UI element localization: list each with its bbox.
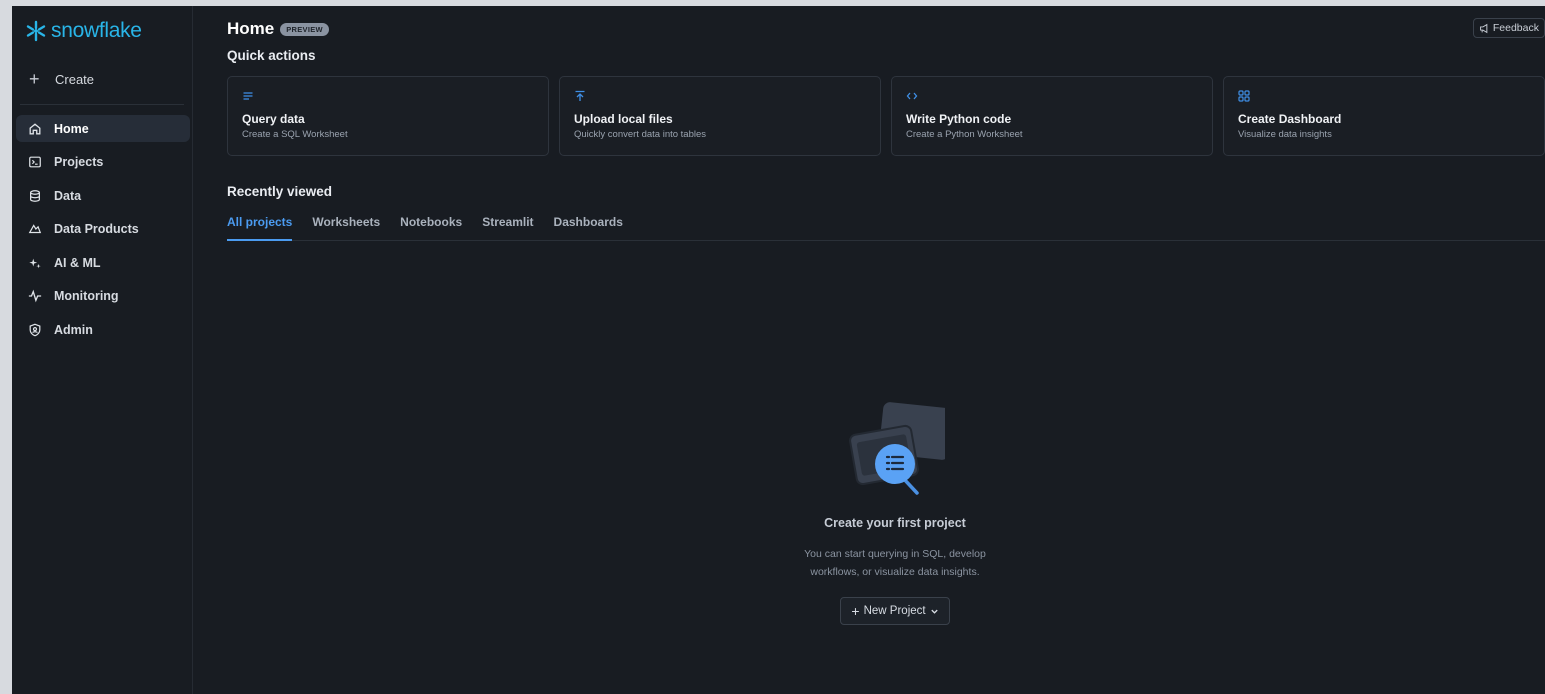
card-subtitle: Create a Python Worksheet <box>906 129 1023 140</box>
empty-state-description-line: You can start querying in SQL, develop <box>804 548 986 560</box>
sidebar-item-label: Projects <box>54 155 104 169</box>
quick-actions-title: Quick actions <box>227 48 316 63</box>
tab-worksheets[interactable]: Worksheets <box>312 215 380 241</box>
card-title: Upload local files <box>574 112 673 126</box>
empty-projects-illustration <box>849 402 945 495</box>
tab-dashboards[interactable]: Dashboards <box>554 215 623 241</box>
tab-streamlit[interactable]: Streamlit <box>482 215 533 241</box>
home-icon <box>28 122 54 136</box>
preview-badge: PREVIEW <box>280 22 329 36</box>
card-subtitle: Quickly convert data into tables <box>574 129 707 140</box>
chevron-down-icon <box>930 609 938 614</box>
sidebar-item-label: Monitoring <box>54 289 119 303</box>
sparkle-icon <box>28 256 54 270</box>
create-dashboard-card[interactable]: Create Dashboard Visualize data insights <box>1223 76 1545 156</box>
create-label: Create <box>55 71 95 87</box>
main-content: Home PREVIEW Feedback Quick actions Quer… <box>193 6 1545 694</box>
empty-state-title: Create your first project <box>824 516 966 530</box>
plus-icon: + <box>851 603 860 619</box>
megaphone-icon <box>1479 23 1488 33</box>
card-subtitle: Create a SQL Worksheet <box>242 129 348 140</box>
new-project-button[interactable]: + New Project <box>840 597 950 625</box>
sidebar-item-home[interactable]: Home <box>16 115 190 142</box>
empty-state: Create your first project You can start … <box>770 400 1020 625</box>
cloud-icon <box>28 222 54 236</box>
snowflake-logo[interactable]: snowflake <box>12 14 192 48</box>
sidebar-item-projects[interactable]: Projects <box>16 149 190 176</box>
sidebar-item-label: AI & ML <box>54 255 101 270</box>
lines-icon <box>242 90 548 108</box>
pulse-icon <box>28 289 54 303</box>
upload-icon <box>574 90 880 108</box>
database-icon <box>28 189 54 203</box>
card-title: Create Dashboard <box>1238 112 1342 126</box>
upload-local-files-card[interactable]: Upload local files Quickly convert data … <box>559 76 881 156</box>
empty-state-description-line: workflows, or visualize data insights. <box>810 566 980 578</box>
quick-actions: Query data Create a SQL Worksheet Upload… <box>227 76 1545 156</box>
tab-notebooks[interactable]: Notebooks <box>400 215 462 241</box>
sidebar-item-data[interactable]: Data <box>16 182 190 209</box>
sidebar-item-label: Data <box>54 188 82 203</box>
sidebar-item-admin[interactable]: Admin <box>16 316 190 343</box>
create-button[interactable]: + Create <box>12 64 192 94</box>
code-icon <box>906 90 1212 108</box>
page-header: Home PREVIEW <box>227 14 1545 44</box>
card-title: Query data <box>242 112 305 126</box>
tab-all-projects[interactable]: All projects <box>227 215 293 241</box>
terminal-icon <box>28 155 54 169</box>
brand-name: snowflake <box>51 19 142 42</box>
card-subtitle: Visualize data insights <box>1238 129 1332 140</box>
sidebar-item-label: Admin <box>54 322 93 337</box>
sidebar-item-label: Data Products <box>54 222 139 236</box>
empty-state-description: You can start querying in SQL, develop w… <box>770 545 1020 581</box>
write-python-code-card[interactable]: Write Python code Create a Python Worksh… <box>891 76 1213 156</box>
plus-icon: + <box>29 69 40 89</box>
sidebar-item-ai-ml[interactable]: AI & ML <box>16 249 190 276</box>
recent-tabs: All projects Worksheets Notebooks Stream… <box>227 215 1545 241</box>
sidebar-item-label: Home <box>54 121 89 136</box>
sidebar-item-data-products[interactable]: Data Products <box>16 216 190 243</box>
query-data-card[interactable]: Query data Create a SQL Worksheet <box>227 76 549 156</box>
sidebar-item-monitoring[interactable]: Monitoring <box>16 283 190 310</box>
grid-icon <box>1238 90 1544 108</box>
feedback-button[interactable]: Feedback <box>1472 18 1545 38</box>
sidebar: snowflake + Create Home Projects Data Da… <box>12 6 193 694</box>
new-project-label: New Project <box>863 605 926 617</box>
page-title: Home <box>227 19 275 38</box>
shield-icon <box>28 323 54 337</box>
feedback-label: Feedback <box>1492 22 1539 34</box>
snowflake-logo-icon <box>26 20 46 42</box>
card-title: Write Python code <box>906 112 1012 126</box>
sidebar-divider <box>20 104 184 105</box>
app-window: snowflake + Create Home Projects Data Da… <box>12 6 1545 694</box>
recently-viewed-title: Recently viewed <box>227 184 333 199</box>
